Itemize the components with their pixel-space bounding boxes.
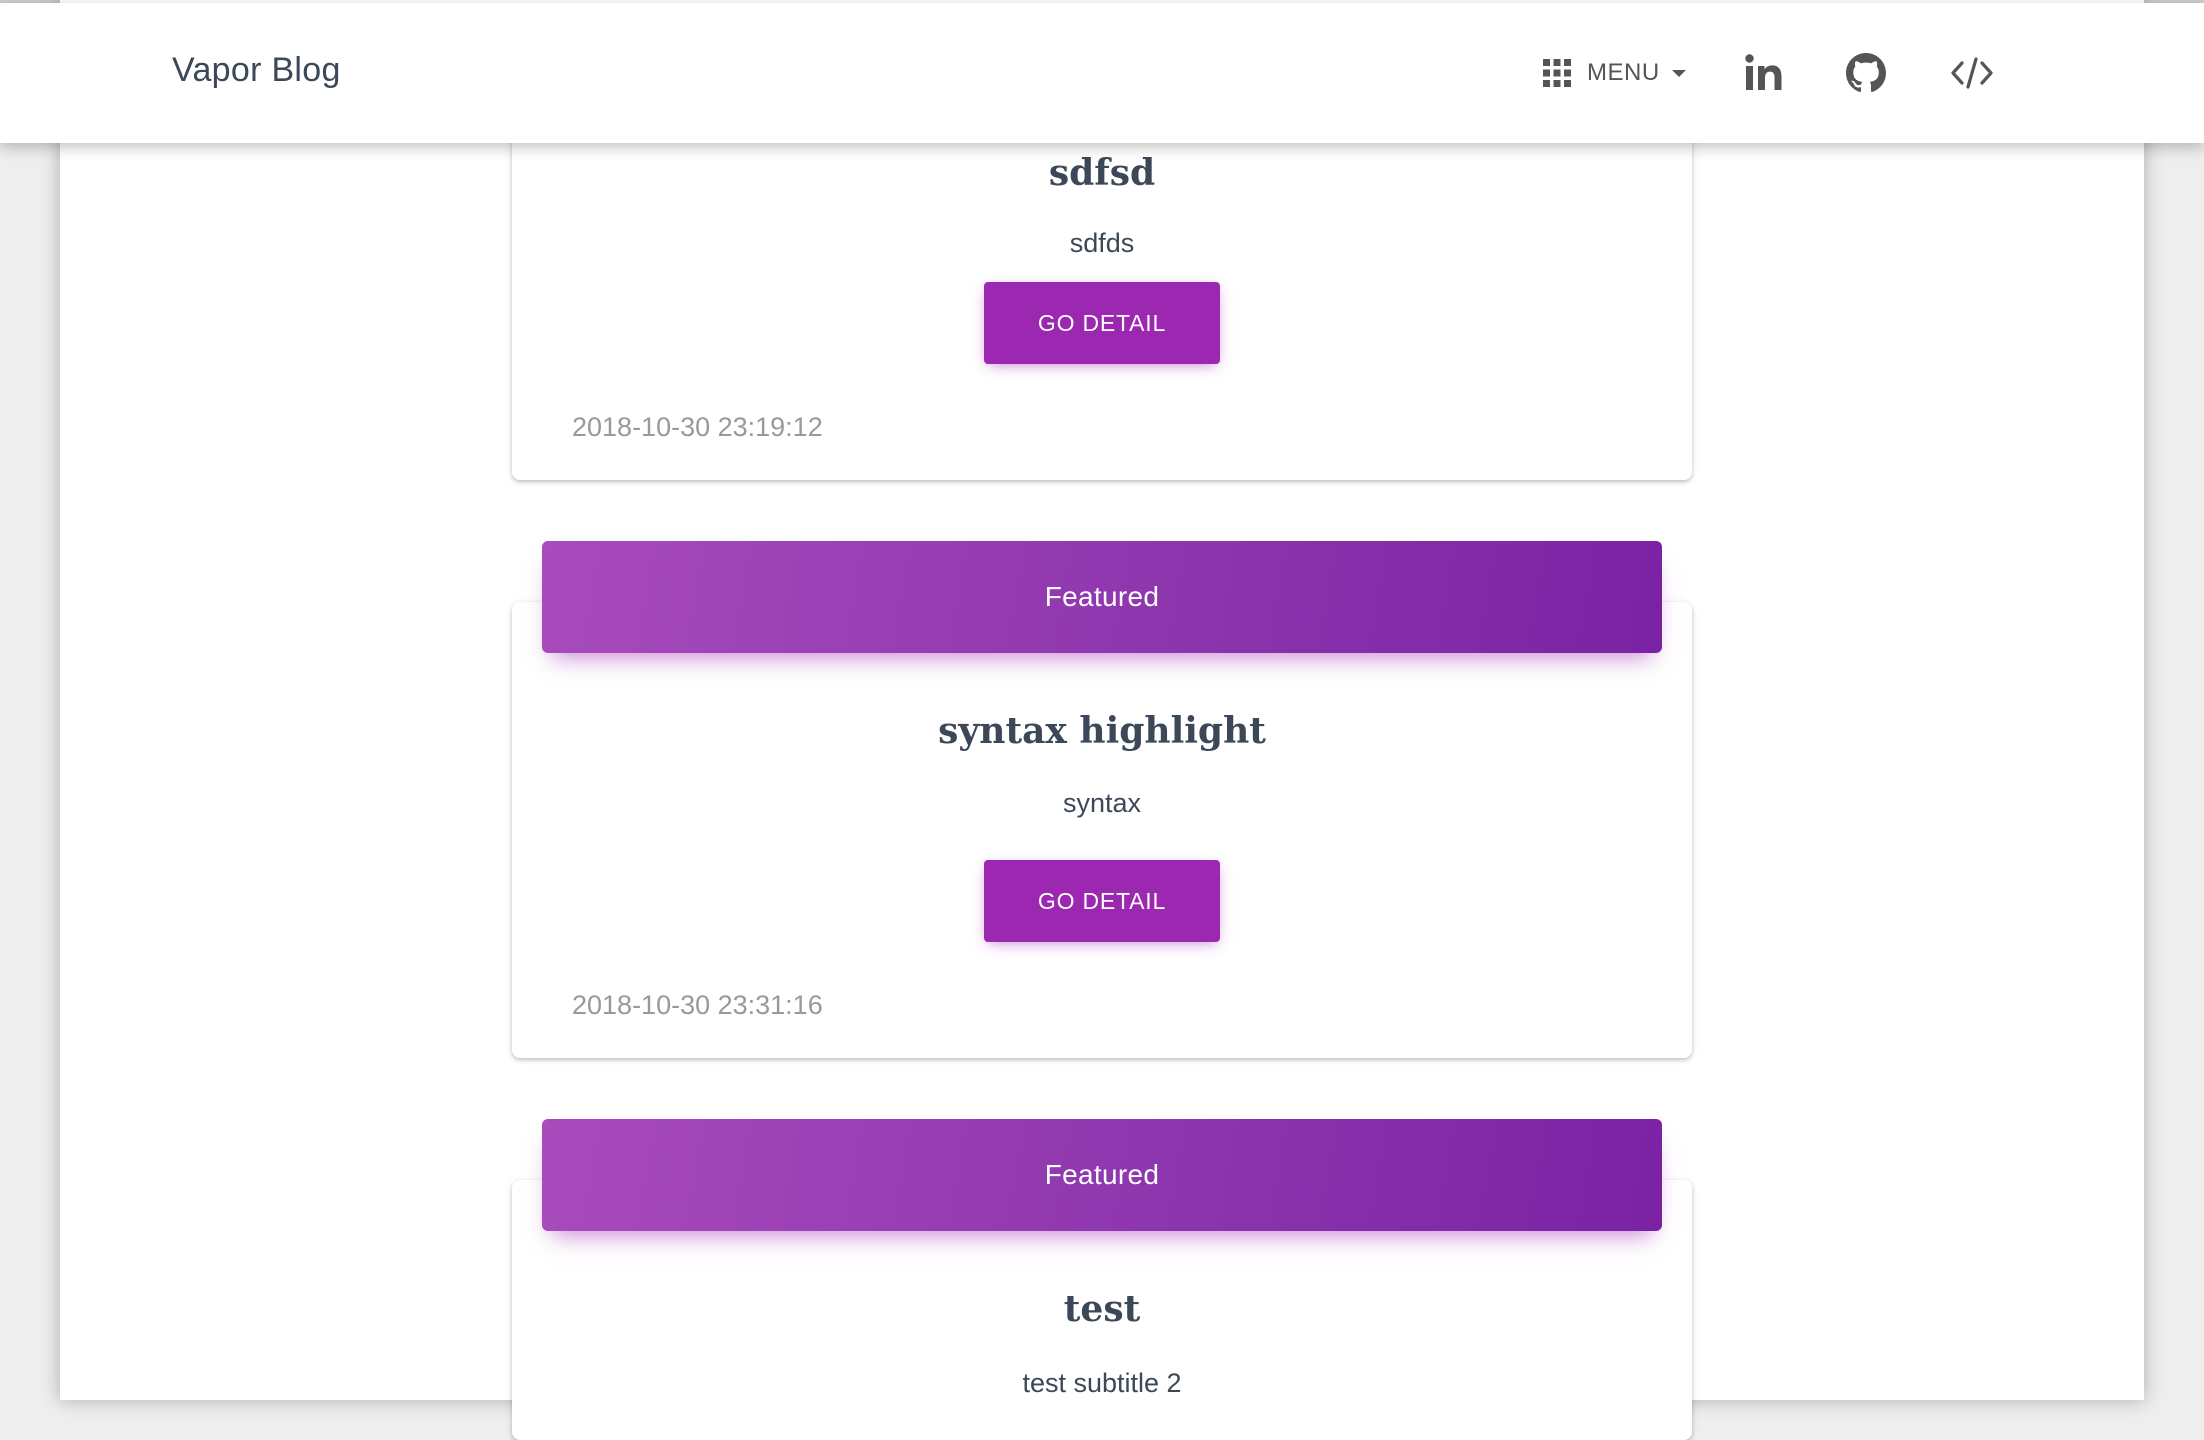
go-detail-button[interactable]: GO DETAIL	[984, 860, 1220, 942]
post-title[interactable]: sdfsd	[512, 152, 1692, 194]
post-title[interactable]: test	[512, 1288, 1692, 1330]
brand-logo-text[interactable]: Vapor Blog	[172, 51, 341, 90]
post-date: 2018-10-30 23:31:16	[572, 990, 823, 1020]
post-subtitle: syntax	[1062, 788, 1142, 818]
featured-header: Featured	[542, 541, 1662, 653]
post-card: syntax highlight syntax GO DETAIL 2018-1…	[512, 602, 1692, 1058]
apps-grid-icon	[1543, 59, 1571, 87]
post-title[interactable]: syntax highlight	[512, 710, 1692, 752]
post-date: 2018-10-30 23:19:12	[572, 412, 823, 442]
menu-label: MENU	[1587, 59, 1660, 86]
go-detail-button[interactable]: GO DETAIL	[984, 282, 1220, 364]
menu-dropdown[interactable]: MENU	[1543, 53, 1686, 93]
post-subtitle: sdfds	[1069, 228, 1135, 258]
featured-header: Featured	[542, 1119, 1662, 1231]
post-subtitle: test subtitle 2	[1022, 1368, 1182, 1398]
github-icon[interactable]	[1846, 53, 1886, 93]
top-navbar: Vapor Blog MENU	[0, 3, 2204, 143]
chevron-down-icon	[1671, 69, 1686, 77]
code-icon[interactable]	[1950, 53, 1994, 93]
linkedin-icon[interactable]	[1744, 53, 1784, 93]
